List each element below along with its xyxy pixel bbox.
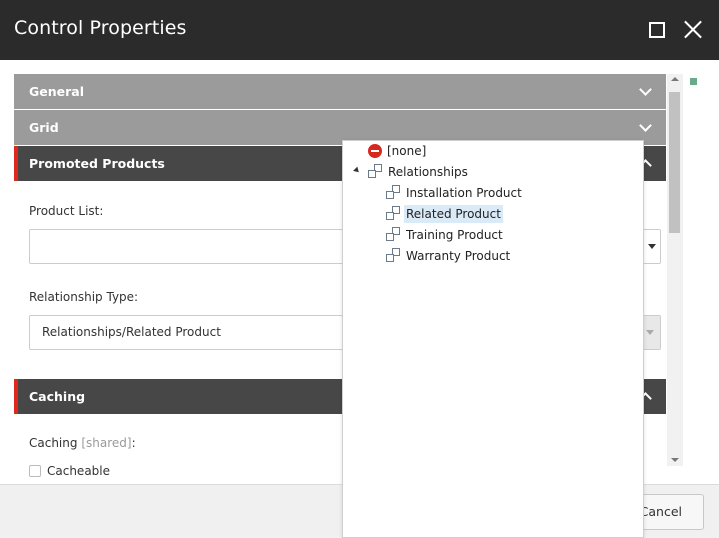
- relationship-type-label: Relationship Type:: [29, 290, 139, 304]
- tree-node-warranty-product[interactable]: Warranty Product: [386, 247, 512, 265]
- scroll-thumb[interactable]: [669, 92, 680, 233]
- maximize-icon[interactable]: [649, 22, 665, 38]
- scroll-down-arrow-icon[interactable]: [671, 458, 679, 462]
- tree-node-none[interactable]: [none]: [368, 142, 428, 160]
- relationship-type-value: Relationships/Related Product: [42, 325, 221, 339]
- section-grid-label: Grid: [29, 120, 59, 135]
- section-promoted-products-label: Promoted Products: [29, 156, 165, 171]
- relationship-link-icon: [368, 164, 383, 179]
- tree-node-label: [none]: [387, 144, 427, 158]
- relationship-link-icon: [386, 185, 401, 200]
- chevron-down-icon: [639, 119, 652, 132]
- shared-tag: [shared]: [81, 436, 132, 450]
- tree-node-installation-product[interactable]: Installation Product: [386, 184, 524, 202]
- relationship-link-icon: [386, 206, 401, 221]
- caret-down-icon[interactable]: [648, 244, 656, 249]
- section-caching-label: Caching: [29, 389, 86, 404]
- no-entry-icon: [368, 144, 382, 158]
- product-list-label: Product List:: [29, 204, 104, 218]
- cacheable-checkbox-label: Cacheable: [47, 464, 111, 478]
- content-scrollbar[interactable]: [667, 74, 683, 466]
- tree-node-relationships[interactable]: Relationships: [368, 163, 470, 181]
- section-general-label: General: [29, 84, 84, 99]
- tree-node-label: Warranty Product: [406, 249, 511, 263]
- relationship-link-icon: [386, 248, 401, 263]
- relationship-tree-popup[interactable]: [none] Relationships Installation Produc…: [342, 140, 644, 538]
- cacheable-checkbox[interactable]: [29, 465, 41, 477]
- relationship-link-icon: [386, 227, 401, 242]
- dialog-titlebar: Control Properties: [0, 0, 719, 60]
- caching-label-text: Caching: [29, 436, 78, 450]
- tree-node-related-product[interactable]: Related Product: [386, 205, 503, 223]
- status-indicator: [690, 78, 697, 85]
- tree-node-label: Training Product: [406, 228, 503, 242]
- caching-label: Caching [shared]:: [29, 436, 136, 450]
- tree-node-label: Relationships: [388, 165, 468, 179]
- scroll-up-arrow-icon[interactable]: [671, 77, 679, 81]
- tree-node-label: Related Product: [404, 205, 503, 223]
- close-icon[interactable]: [683, 19, 703, 39]
- section-general-header[interactable]: General: [14, 74, 666, 109]
- chevron-down-icon: [639, 83, 652, 96]
- dialog-title: Control Properties: [14, 17, 187, 39]
- tree-node-label: Installation Product: [406, 186, 522, 200]
- caching-label-suffix: :: [131, 436, 136, 450]
- tree-node-training-product[interactable]: Training Product: [386, 226, 505, 244]
